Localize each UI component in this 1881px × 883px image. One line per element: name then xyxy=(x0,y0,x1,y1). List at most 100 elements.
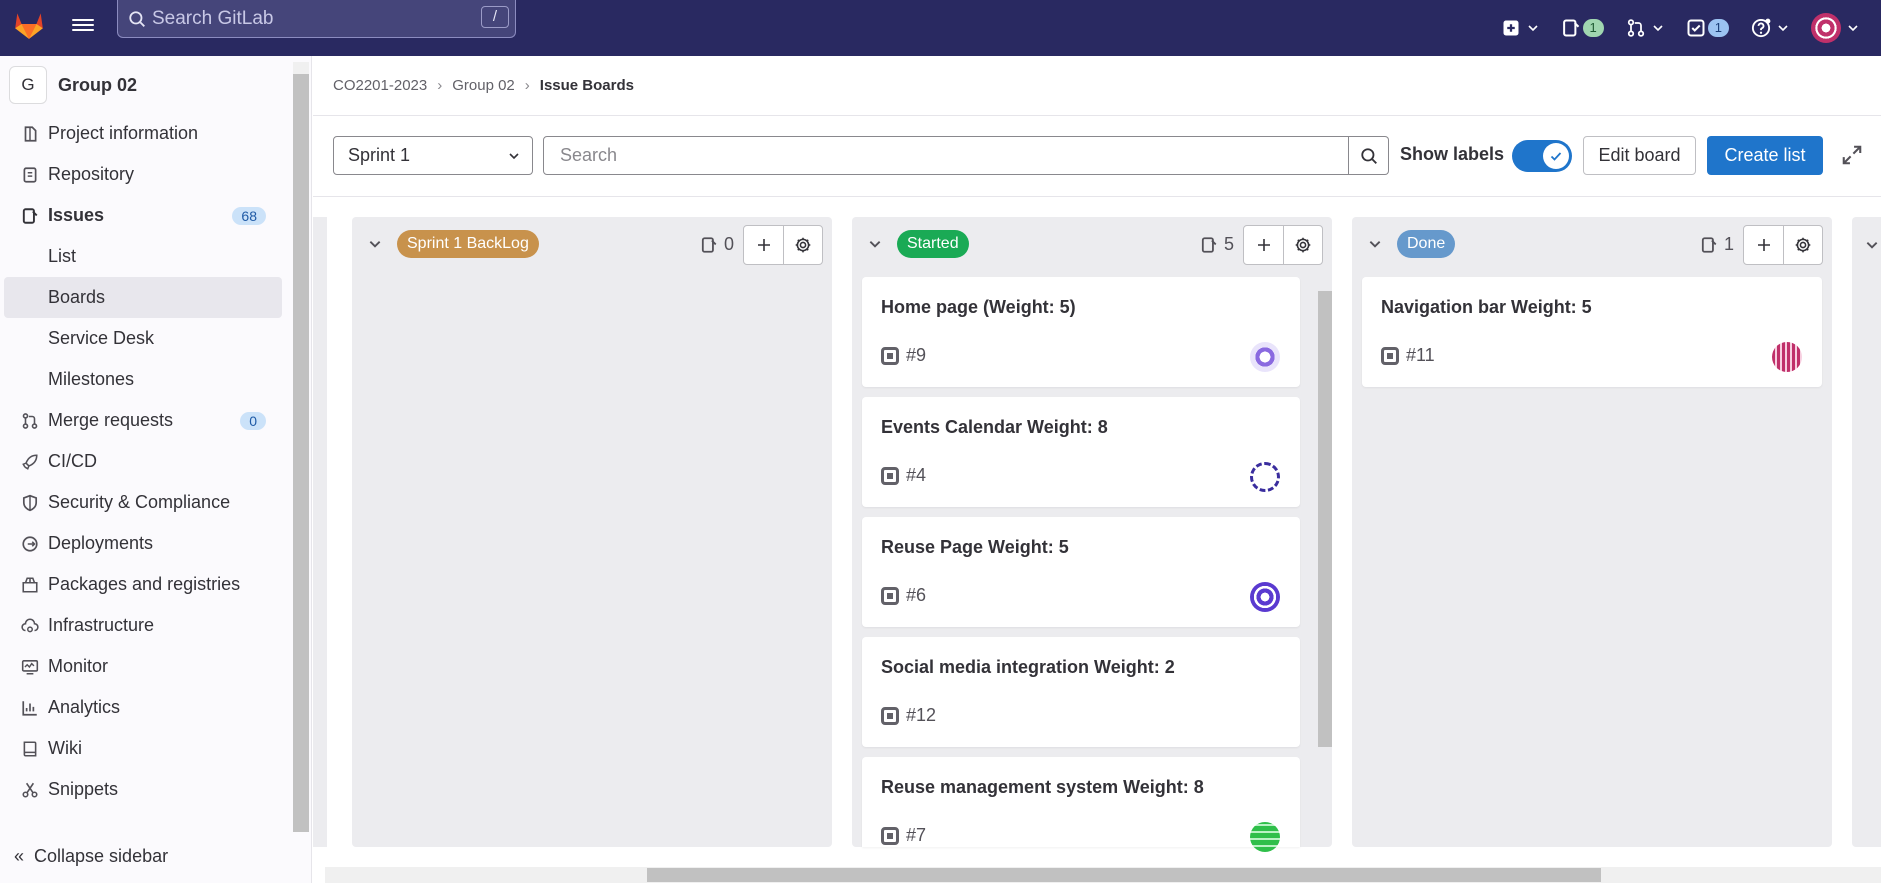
assignee-avatar[interactable] xyxy=(1250,822,1280,852)
list-settings-button[interactable] xyxy=(1283,226,1322,264)
issues-button[interactable]: 1 xyxy=(1561,18,1604,38)
merge-requests-count-badge: 0 xyxy=(240,411,266,430)
scissors-icon xyxy=(20,780,40,800)
user-menu-button[interactable] xyxy=(1811,13,1859,43)
issue-type-icon xyxy=(1381,346,1399,365)
board-horizontal-scrollbar[interactable] xyxy=(325,867,1881,883)
breadcrumb-item-project[interactable]: Group 02 xyxy=(452,77,515,94)
breadcrumb-item-current[interactable]: Issue Boards xyxy=(540,77,634,94)
collapse-sidebar-label: Collapse sidebar xyxy=(34,846,169,866)
new-menu-button[interactable] xyxy=(1501,18,1539,38)
list-settings-button[interactable] xyxy=(783,226,822,264)
list-count-value: 1 xyxy=(1724,234,1735,254)
list-scrollbar[interactable] xyxy=(1316,271,1332,847)
issue-card[interactable]: Events Calendar Weight: 8 #4 xyxy=(862,397,1300,507)
search-icon xyxy=(129,10,145,27)
sidebar-item-merge-requests[interactable]: Merge requests 0 xyxy=(0,400,290,441)
new-issue-button[interactable] xyxy=(1744,226,1783,264)
issue-card[interactable]: Reuse management system Weight: 8 #7 xyxy=(862,757,1300,852)
assignee-avatar[interactable] xyxy=(1250,582,1280,612)
board-search-placeholder: Search xyxy=(560,145,618,165)
menu-icon[interactable] xyxy=(72,16,94,38)
issue-type-icon xyxy=(881,586,899,605)
issue-card[interactable]: Navigation bar Weight: 5 #11 xyxy=(1362,277,1822,387)
create-list-button[interactable]: Create list xyxy=(1707,136,1823,175)
chevron-down-icon[interactable] xyxy=(1368,237,1382,251)
sidebar-item-deployments[interactable]: Deployments xyxy=(0,523,290,564)
sidebar-item-milestones[interactable]: Milestones xyxy=(0,359,290,400)
plus-icon xyxy=(757,239,770,251)
edit-board-button[interactable]: Edit board xyxy=(1583,136,1696,175)
list-count-value: 0 xyxy=(724,234,735,254)
sidebar-item-label: Merge requests xyxy=(48,410,174,430)
issue-type-icon xyxy=(881,706,899,725)
user-avatar xyxy=(1811,13,1841,43)
sidebar-item-monitor[interactable]: Monitor xyxy=(0,646,290,687)
board-search-input[interactable]: Search xyxy=(543,136,1349,175)
todos-count-badge: 1 xyxy=(1707,19,1729,37)
issue-card[interactable]: Home page (Weight: 5) #9 xyxy=(862,277,1300,387)
sidebar-item-label: Deployments xyxy=(48,533,154,553)
show-labels-toggle[interactable] xyxy=(1512,140,1572,172)
issue-board: Sprint 1 BackLog 0 Started 5 Home page (… xyxy=(313,197,1881,883)
global-search-input[interactable]: Search GitLab / xyxy=(117,0,516,38)
sidebar-item-security-compliance[interactable]: Security & Compliance xyxy=(0,482,290,523)
project-header[interactable]: G Group 02 xyxy=(9,66,137,104)
issue-type-icon xyxy=(881,826,899,845)
gear-icon xyxy=(1795,237,1811,253)
sidebar-item-issues[interactable]: Issues 68 xyxy=(0,195,290,236)
sidebar-item-snippets[interactable]: Snippets xyxy=(0,769,290,810)
merge-requests-button[interactable] xyxy=(1626,18,1664,38)
sidebar-item-wiki[interactable]: Wiki xyxy=(0,728,290,769)
sidebar-item-label: Infrastructure xyxy=(48,615,155,635)
issue-title[interactable]: Reuse management system Weight: 8 xyxy=(881,777,1204,798)
sidebar-item-boards[interactable]: Boards xyxy=(4,277,282,318)
book-icon xyxy=(20,739,40,759)
sidebar-item-infrastructure[interactable]: Infrastructure xyxy=(0,605,290,646)
collapse-sidebar-button[interactable]: « Collapse sidebar xyxy=(14,846,168,867)
new-issue-button[interactable] xyxy=(1244,226,1283,264)
board-search-button[interactable] xyxy=(1349,136,1389,175)
sidebar-item-list[interactable]: List xyxy=(0,236,290,277)
sidebar-item-label: Security & Compliance xyxy=(48,492,231,512)
sidebar-item-project-information[interactable]: Project information xyxy=(0,113,290,154)
sidebar-item-analytics[interactable]: Analytics xyxy=(0,687,290,728)
assignee-avatar[interactable] xyxy=(1250,462,1280,492)
issue-title[interactable]: Events Calendar Weight: 8 xyxy=(881,417,1108,438)
issue-title[interactable]: Navigation bar Weight: 5 xyxy=(1381,297,1592,318)
issue-title[interactable]: Social media integration Weight: 2 xyxy=(881,657,1175,678)
issue-title[interactable]: Reuse Page Weight: 5 xyxy=(881,537,1069,558)
list-label-badge[interactable]: Done xyxy=(1397,230,1456,258)
gitlab-logo-icon[interactable] xyxy=(12,8,46,42)
board-selector-dropdown[interactable]: Sprint 1 xyxy=(333,136,533,175)
issue-card[interactable]: Social media integration Weight: 2 #12 xyxy=(862,637,1300,747)
issues-count-badge: 1 xyxy=(1582,19,1604,37)
chevron-down-icon[interactable] xyxy=(1865,238,1879,252)
new-issue-button[interactable] xyxy=(744,226,783,264)
chevron-down-icon[interactable] xyxy=(368,237,382,251)
sidebar-item-label: Monitor xyxy=(48,656,109,676)
list-settings-button[interactable] xyxy=(1783,226,1822,264)
chevron-down-icon xyxy=(509,153,519,160)
chevron-down-icon[interactable] xyxy=(868,237,882,251)
help-button[interactable] xyxy=(1751,18,1789,38)
sidebar-item-ci-cd[interactable]: CI/CD xyxy=(0,441,290,482)
assignee-avatar[interactable] xyxy=(1250,342,1280,372)
project-icon xyxy=(20,124,40,144)
sidebar-item-packages-registries[interactable]: Packages and registries xyxy=(0,564,290,605)
breadcrumb-item-group[interactable]: CO2201-2023 xyxy=(333,77,427,94)
issue-title[interactable]: Home page (Weight: 5) xyxy=(881,297,1076,318)
maximize-icon[interactable] xyxy=(1841,144,1863,166)
list-label-badge[interactable]: Sprint 1 BackLog xyxy=(397,230,539,258)
issue-type-icon xyxy=(881,346,899,365)
todos-button[interactable]: 1 xyxy=(1686,18,1729,38)
sidebar-scrollbar[interactable] xyxy=(293,62,309,832)
plus-icon xyxy=(1757,239,1770,251)
project-avatar: G xyxy=(9,66,47,104)
sidebar-item-repository[interactable]: Repository xyxy=(0,154,290,195)
assignee-avatar[interactable] xyxy=(1772,342,1802,372)
list-label-badge[interactable]: Started xyxy=(897,230,969,258)
issue-card[interactable]: Reuse Page Weight: 5 #6 xyxy=(862,517,1300,627)
sidebar-item-service-desk[interactable]: Service Desk xyxy=(0,318,290,359)
chart-icon xyxy=(20,698,40,718)
